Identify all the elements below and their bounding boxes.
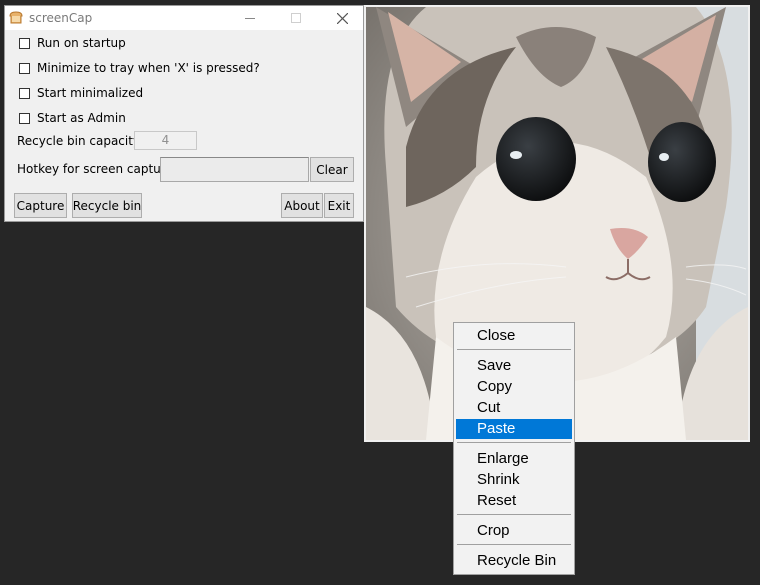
menu-separator — [457, 544, 571, 545]
hotkey-input[interactable] — [160, 157, 309, 182]
recycle-bin-capacity-input[interactable]: 4 — [134, 131, 197, 150]
start-minimalized-label: Start minimalized — [37, 86, 144, 100]
close-button[interactable] — [319, 6, 365, 30]
minimize-to-tray-label: Minimize to tray when 'X' is pressed? — [37, 61, 260, 75]
about-button[interactable]: About — [281, 193, 323, 218]
recycle-bin-capacity-label: Recycle bin capacity : — [17, 134, 148, 148]
recycle-bin-button[interactable]: Recycle bin — [72, 193, 142, 218]
start-as-admin-option[interactable]: Start as Admin — [19, 109, 126, 127]
screencap-window: screenCap Run on startup Minimize to tra… — [4, 5, 364, 222]
menu-item-reset[interactable]: Reset — [456, 491, 572, 511]
menu-separator — [457, 442, 571, 443]
menu-item-shrink[interactable]: Shrink — [456, 470, 572, 490]
menu-item-paste[interactable]: Paste — [456, 419, 572, 439]
clear-hotkey-button[interactable]: Clear — [310, 157, 354, 182]
start-as-admin-checkbox[interactable] — [19, 112, 30, 124]
run-on-startup-label: Run on startup — [37, 36, 126, 50]
run-on-startup-option[interactable]: Run on startup — [19, 34, 126, 52]
menu-item-crop[interactable]: Crop — [456, 521, 572, 541]
start-minimalized-option[interactable]: Start minimalized — [19, 84, 143, 102]
context-menu: Close Save Copy Cut Paste Enlarge Shrink… — [453, 322, 575, 575]
minimize-button[interactable] — [227, 6, 273, 30]
menu-item-recycle-bin[interactable]: Recycle Bin — [456, 551, 572, 571]
bread-icon — [9, 11, 23, 24]
menu-item-close[interactable]: Close — [456, 326, 572, 346]
start-minimalized-checkbox[interactable] — [19, 87, 30, 99]
title-bar[interactable]: screenCap — [5, 6, 363, 30]
minimize-icon — [245, 18, 255, 19]
start-as-admin-label: Start as Admin — [37, 111, 126, 125]
menu-separator — [457, 514, 571, 515]
menu-item-copy[interactable]: Copy — [456, 377, 572, 397]
menu-item-save[interactable]: Save — [456, 356, 572, 376]
window-title: screenCap — [29, 11, 93, 25]
menu-separator — [457, 349, 571, 350]
hotkey-label: Hotkey for screen capture: — [17, 162, 177, 176]
menu-item-enlarge[interactable]: Enlarge — [456, 449, 572, 469]
menu-item-cut[interactable]: Cut — [456, 398, 572, 418]
maximize-icon — [291, 13, 301, 23]
minimize-to-tray-option[interactable]: Minimize to tray when 'X' is pressed? — [19, 59, 260, 77]
maximize-button[interactable] — [273, 6, 319, 30]
exit-button[interactable]: Exit — [324, 193, 354, 218]
run-on-startup-checkbox[interactable] — [19, 37, 30, 49]
minimize-to-tray-checkbox[interactable] — [19, 62, 30, 74]
close-icon — [336, 12, 348, 24]
capture-button[interactable]: Capture — [14, 193, 67, 218]
